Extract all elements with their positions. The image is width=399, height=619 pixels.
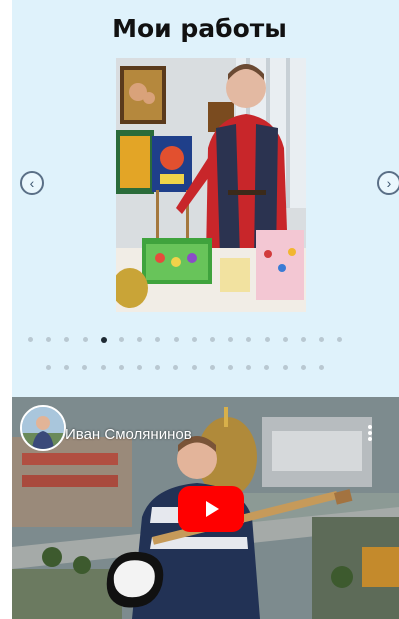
pagination-dot[interactable] <box>210 337 215 342</box>
channel-name[interactable]: Иван Смолянинов <box>65 426 192 443</box>
next-slide-button[interactable]: › <box>377 171 399 195</box>
prev-slide-button[interactable]: ‹ <box>20 171 44 195</box>
pagination-dot[interactable] <box>64 337 70 342</box>
pagination-dot[interactable] <box>155 337 161 342</box>
pagination-dot[interactable] <box>282 337 288 342</box>
youtube-play-icon <box>206 501 219 517</box>
pagination-dot[interactable] <box>82 365 88 370</box>
pagination-dot[interactable] <box>264 365 270 370</box>
pagination-dot[interactable] <box>319 337 325 342</box>
pagination-dot[interactable] <box>173 365 179 370</box>
pagination-dot[interactable] <box>137 337 143 342</box>
pagination-dot-active[interactable] <box>100 337 107 343</box>
pagination-dot[interactable] <box>264 337 270 342</box>
chevron-right-icon: › <box>386 175 392 191</box>
gallery-photo[interactable] <box>116 58 306 312</box>
pagination-dot[interactable] <box>209 365 215 370</box>
pagination-dot[interactable] <box>64 365 70 370</box>
pagination-dot[interactable] <box>137 365 142 370</box>
pagination-dot[interactable] <box>82 337 88 342</box>
pagination-dot[interactable] <box>228 337 234 342</box>
pagination-dot[interactable] <box>228 365 233 370</box>
kebab-menu-icon[interactable] <box>366 424 374 444</box>
pagination-dot[interactable] <box>301 337 306 342</box>
pagination-dot[interactable] <box>28 337 33 342</box>
pagination-dot[interactable] <box>46 337 52 342</box>
chevron-left-icon: ‹ <box>29 175 35 191</box>
pagination-row-1 <box>0 337 399 347</box>
pagination-dot[interactable] <box>282 365 288 370</box>
channel-avatar[interactable] <box>20 405 66 451</box>
pagination-dot[interactable] <box>319 365 324 370</box>
pagination-dot[interactable] <box>46 365 51 370</box>
pagination-dot[interactable] <box>300 365 306 370</box>
pagination-dot[interactable] <box>246 337 252 342</box>
page-title: Мои работы <box>112 14 287 43</box>
pagination-dot[interactable] <box>191 365 197 370</box>
avatar-image <box>22 407 64 449</box>
pagination-dot[interactable] <box>173 337 179 342</box>
photo-image <box>116 58 306 312</box>
pagination-dot[interactable] <box>119 337 124 342</box>
pagination-dot[interactable] <box>337 337 343 342</box>
pagination-row-2 <box>0 365 399 375</box>
pagination-dot[interactable] <box>191 337 197 342</box>
pagination-dot[interactable] <box>246 365 252 370</box>
pagination-dot[interactable] <box>100 365 106 370</box>
youtube-play-button[interactable] <box>178 486 244 532</box>
pagination-dot[interactable] <box>155 365 161 370</box>
pagination-dot[interactable] <box>118 365 124 370</box>
